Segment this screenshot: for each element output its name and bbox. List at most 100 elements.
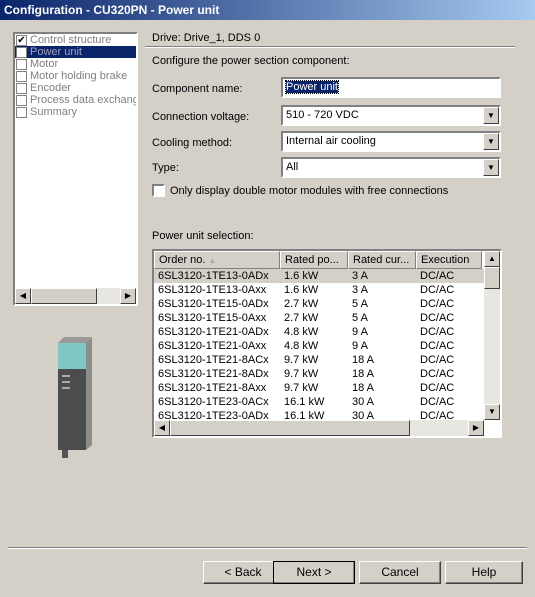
tree-horizontal-scrollbar[interactable]: ◀ ▶ (15, 288, 136, 304)
table-cell: 9.7 kW (284, 368, 319, 380)
nav-item-label: Process data exchang (30, 94, 136, 106)
checkbox-icon (16, 58, 27, 70)
nav-item-label: Encoder (30, 82, 71, 94)
table-cell: DC/AC (420, 396, 455, 408)
table-row[interactable]: 6SL3120-1TE21-0Axx 4.8 kW 9 A DC/AC (154, 339, 484, 353)
table-row[interactable]: 6SL3120-1TE21-8Axx 9.7 kW 18 A DC/AC (154, 381, 484, 395)
nav-item-label: Motor holding brake (30, 70, 128, 82)
table-cell: 4.8 kW (284, 340, 319, 352)
nav-item[interactable]: Summary (15, 106, 136, 118)
table-row[interactable]: 6SL3120-1TE15-0ADx 2.7 kW 5 A DC/AC (154, 297, 484, 311)
table-row[interactable]: 6SL3120-1TE23-0ACx 16.1 kW 30 A DC/AC (154, 395, 484, 409)
table-cell: 6SL3120-1TE13-0ADx (158, 270, 269, 282)
table-cell: 6SL3120-1TE15-0ADx (158, 298, 269, 310)
wizard-steps-tree[interactable]: ✔ Control structure Power unit Motor Motor h… (13, 32, 138, 306)
table-cell: 3 A (352, 284, 368, 296)
divider (8, 547, 527, 549)
divider (145, 46, 515, 48)
nav-item-label: Power unit (30, 46, 82, 58)
table-cell: DC/AC (420, 312, 455, 324)
table-cell: 1.6 kW (284, 284, 319, 296)
checkbox-icon (16, 70, 27, 82)
nav-item[interactable]: ✔ Control structure (15, 34, 136, 46)
table-cell: 2.7 kW (284, 312, 319, 324)
table-cell: 9.7 kW (284, 382, 319, 394)
type-select[interactable]: All ▼ (281, 157, 501, 178)
checkbox-checked-icon: ✔ (16, 34, 27, 46)
power-unit-image (58, 337, 92, 458)
cooling-value: Internal air cooling (286, 135, 376, 147)
table-cell: 6SL3120-1TE23-0ACx (158, 396, 269, 408)
scroll-down-button[interactable]: ▼ (484, 404, 500, 420)
scrollbar-thumb[interactable] (170, 420, 410, 436)
cancel-button[interactable]: Cancel (359, 561, 441, 584)
chevron-down-icon[interactable]: ▼ (483, 107, 499, 124)
voltage-select[interactable]: 510 - 720 VDC ▼ (281, 105, 501, 126)
chevron-down-icon[interactable]: ▼ (483, 133, 499, 150)
scroll-up-button[interactable]: ▲ (484, 251, 500, 267)
double-motor-label: Only display double motor modules with f… (170, 184, 449, 197)
table-row[interactable]: 6SL3120-1TE13-0ADx 1.6 kW 3 A DC/AC (154, 269, 484, 283)
table-cell: 6SL3120-1TE21-8Axx (158, 382, 267, 394)
table-row[interactable]: 6SL3120-1TE21-0ADx 4.8 kW 9 A DC/AC (154, 325, 484, 339)
table-row[interactable]: 6SL3120-1TE15-0Axx 2.7 kW 5 A DC/AC (154, 311, 484, 325)
selection-label: Power unit selection: (152, 230, 254, 242)
power-unit-table[interactable]: Order no. ▲ Rated po... Rated cur... Exe… (152, 249, 502, 438)
table-cell: 18 A (352, 354, 375, 366)
table-cell: 3 A (352, 270, 368, 282)
table-cell: 5 A (352, 312, 368, 324)
table-cell: 5 A (352, 298, 368, 310)
scrollbar-thumb[interactable] (31, 288, 97, 304)
column-header-execution[interactable]: Execution (416, 251, 482, 269)
header-label: Order no. (159, 254, 206, 266)
scroll-right-button[interactable]: ▶ (468, 420, 484, 436)
double-motor-checkbox-row[interactable]: Only display double motor modules with f… (152, 184, 448, 197)
table-vertical-scrollbar[interactable]: ▲ ▼ (484, 251, 500, 420)
column-header-order-no[interactable]: Order no. ▲ (154, 251, 280, 269)
table-cell: 6SL3120-1TE13-0Axx (158, 284, 267, 296)
column-header-rated-power[interactable]: Rated po... (280, 251, 348, 269)
double-motor-checkbox[interactable] (152, 184, 165, 197)
scrollbar-thumb[interactable] (484, 267, 500, 289)
help-button[interactable]: Help (445, 561, 523, 584)
table-row[interactable]: 6SL3120-1TE21-8ACx 9.7 kW 18 A DC/AC (154, 353, 484, 367)
scroll-right-button[interactable]: ▶ (120, 288, 136, 304)
column-header-rated-current[interactable]: Rated cur... (348, 251, 416, 269)
nav-item-label: Summary (30, 106, 78, 118)
table-row[interactable]: 6SL3120-1TE21-8ADx 9.7 kW 18 A DC/AC (154, 367, 484, 381)
nav-item[interactable]: Process data exchang (15, 94, 136, 106)
table-cell: 6SL3120-1TE21-0ADx (158, 326, 269, 338)
checkbox-icon (16, 94, 27, 106)
voltage-label: Connection voltage: (152, 111, 250, 123)
component-name-input[interactable]: Power unit (281, 77, 501, 98)
table-row[interactable]: 6SL3120-1TE13-0Axx 1.6 kW 3 A DC/AC (154, 283, 484, 297)
component-name-label: Component name: (152, 83, 243, 95)
nav-item[interactable]: Power unit (15, 46, 136, 58)
table-cell: 9 A (352, 340, 368, 352)
checkbox-icon (16, 106, 27, 118)
nav-item[interactable]: Encoder (15, 82, 136, 94)
scroll-left-button[interactable]: ◀ (15, 288, 31, 304)
table-cell: 18 A (352, 368, 375, 380)
table-cell: 30 A (352, 396, 375, 408)
cooling-label: Cooling method: (152, 137, 233, 149)
table-horizontal-scrollbar[interactable]: ◀ ▶ (154, 420, 484, 436)
table-cell: 18 A (352, 382, 375, 394)
table-cell: DC/AC (420, 270, 455, 282)
nav-item[interactable]: Motor holding brake (15, 70, 136, 82)
nav-item[interactable]: Motor (15, 58, 136, 70)
table-cell: 6SL3120-1TE21-8ADx (158, 368, 269, 380)
chevron-down-icon[interactable]: ▼ (483, 159, 499, 176)
table-cell: 1.6 kW (284, 270, 319, 282)
scroll-left-button[interactable]: ◀ (154, 420, 170, 436)
back-button[interactable]: < Back (203, 561, 283, 584)
table-cell: DC/AC (420, 340, 455, 352)
instruction-text: Configure the power section component: (152, 55, 350, 67)
checkbox-icon (16, 82, 27, 94)
table-cell: DC/AC (420, 368, 455, 380)
cooling-select[interactable]: Internal air cooling ▼ (281, 131, 501, 152)
next-button[interactable]: Next > (273, 561, 355, 584)
nav-item-label: Motor (30, 58, 59, 70)
table-cell: DC/AC (420, 326, 455, 338)
type-value: All (286, 161, 299, 173)
